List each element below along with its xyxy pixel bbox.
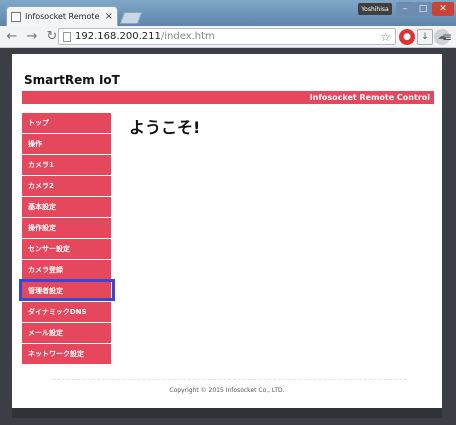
minimize-button[interactable]: – bbox=[396, 2, 414, 16]
footer-divider bbox=[52, 379, 407, 380]
sidebar-item-camera-registration[interactable]: カメラ登録 bbox=[22, 260, 111, 281]
sidebar-item-mail-settings[interactable]: メール設定 bbox=[22, 323, 111, 344]
sidebar-item-admin-settings[interactable]: 管理者設定 bbox=[22, 281, 111, 302]
url-host: 192.168.200.211 bbox=[75, 31, 161, 42]
web-page: SmartRem IoT Infosocket Remote Control ト… bbox=[12, 54, 442, 408]
sidebar-item-top[interactable]: トップ bbox=[22, 113, 111, 134]
page-favicon-icon bbox=[11, 11, 21, 22]
title-bar: Infosocket Remote Cont × Yoshihisa – □ ✕ bbox=[0, 0, 456, 26]
tab-title: Infosocket Remote Cont bbox=[25, 12, 102, 21]
forward-icon[interactable]: → bbox=[24, 29, 40, 45]
browser-window: Infosocket Remote Cont × Yoshihisa – □ ✕… bbox=[0, 0, 456, 425]
browser-tab[interactable]: Infosocket Remote Cont × bbox=[6, 6, 118, 26]
url-path: /index.htm bbox=[160, 31, 215, 42]
browser-menu-icon[interactable]: ≡ bbox=[442, 30, 452, 44]
page-shadow bbox=[12, 408, 442, 418]
browser-toolbar: ← → ↻ 192.168.200.211 /index.htm ☆ ● ↓ ☁… bbox=[0, 26, 456, 48]
maximize-button[interactable]: □ bbox=[414, 2, 432, 16]
footer-copyright: Copyright © 2015 Infosocket Co., LTD. bbox=[169, 387, 285, 394]
welcome-heading: ようこそ! bbox=[129, 118, 201, 137]
site-title: SmartRem IoT bbox=[24, 73, 120, 87]
header-banner: Infosocket Remote Control bbox=[22, 91, 434, 104]
sidebar-item-sensor-settings[interactable]: センサー設定 bbox=[22, 239, 111, 260]
new-tab-button[interactable] bbox=[119, 12, 143, 24]
page-icon bbox=[63, 31, 71, 42]
back-icon[interactable]: ← bbox=[4, 29, 20, 45]
address-bar[interactable]: 192.168.200.211 /index.htm ☆ bbox=[58, 28, 396, 45]
sidebar-item-camera2[interactable]: カメラ2 bbox=[22, 176, 111, 197]
sidebar-item-operation[interactable]: 操作 bbox=[22, 134, 111, 155]
bookmark-star-icon[interactable]: ☆ bbox=[380, 30, 391, 44]
sidebar-item-camera1[interactable]: カメラ1 bbox=[22, 155, 111, 176]
close-window-button[interactable]: ✕ bbox=[432, 2, 454, 16]
tab-close-icon[interactable]: × bbox=[105, 11, 113, 22]
user-badge[interactable]: Yoshihisa bbox=[358, 3, 392, 15]
sidebar-item-basic-settings[interactable]: 基本設定 bbox=[22, 197, 111, 218]
extension-icon[interactable]: ● bbox=[399, 29, 415, 45]
page-viewport: SmartRem IoT Infosocket Remote Control ト… bbox=[0, 48, 456, 425]
sidebar-item-operation-settings[interactable]: 操作設定 bbox=[22, 218, 111, 239]
sidebar-item-dynamic-dns[interactable]: ダイナミックDNS bbox=[22, 302, 111, 323]
download-icon[interactable]: ↓ bbox=[417, 29, 433, 45]
sidebar-nav: トップ 操作 カメラ1 カメラ2 基本設定 操作設定 センサー設定 カメラ登録 … bbox=[22, 113, 111, 365]
sidebar-item-network-settings[interactable]: ネットワーク設定 bbox=[22, 344, 111, 365]
